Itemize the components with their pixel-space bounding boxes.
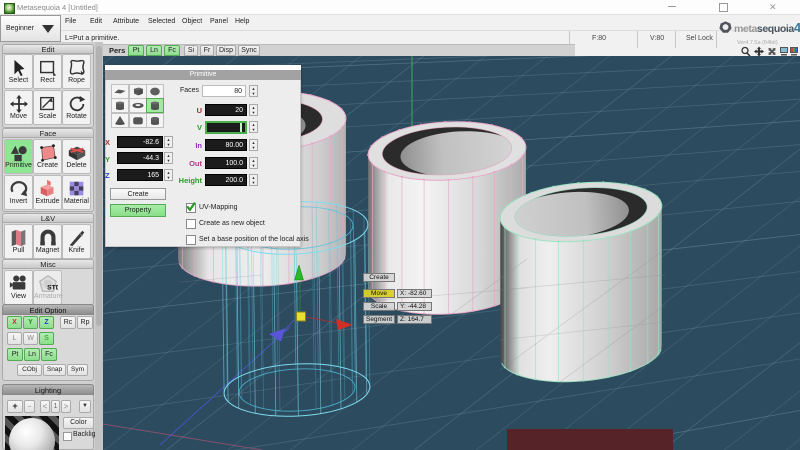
svg-text:STD: STD	[47, 284, 58, 291]
